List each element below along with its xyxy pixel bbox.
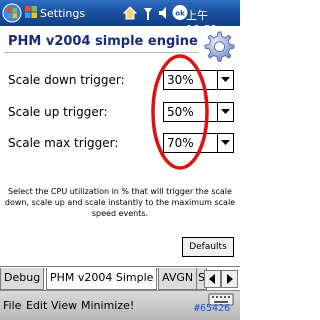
menu-file[interactable]: File: [3, 299, 21, 312]
menu-edit[interactable]: Edit: [26, 299, 47, 312]
chevron-down-icon: [221, 140, 230, 145]
scale-up-dropdown-button[interactable]: [217, 103, 233, 121]
chevron-down-icon: [221, 109, 230, 114]
tab-avgn[interactable]: AVGN: [158, 268, 198, 290]
tab-scroll-arrows[interactable]: [204, 270, 238, 288]
gear-icon: [204, 31, 235, 62]
scale-up-select[interactable]: 50%: [163, 102, 234, 122]
tab-debug[interactable]: Debug: [0, 268, 45, 290]
tab-strip: Debug PHM v2004 Simple AVGN S: [0, 266, 240, 290]
scale-down-select[interactable]: 30%: [163, 70, 234, 90]
scale-max-label: Scale max trigger:: [8, 136, 119, 150]
scale-max-select[interactable]: 70%: [163, 133, 234, 153]
menu-view[interactable]: View: [51, 299, 77, 312]
chevron-down-icon: [221, 77, 230, 82]
scale-up-value: 50%: [167, 105, 194, 119]
volume-icon[interactable]: [157, 5, 171, 21]
scale-max-dropdown-button[interactable]: [217, 134, 233, 152]
windows-flag-icon: [25, 6, 37, 18]
title-bar: Settings ok 上午 10:31: [0, 0, 240, 36]
windows-start-icon[interactable]: [2, 3, 22, 23]
scale-up-label: Scale up trigger:: [8, 105, 108, 119]
scale-down-dropdown-button[interactable]: [217, 71, 233, 89]
watermark: #65426: [194, 303, 231, 314]
menu-minimize[interactable]: Minimize!: [81, 299, 134, 312]
defaults-button[interactable]: Defaults: [182, 237, 234, 257]
scale-down-value: 30%: [167, 73, 194, 87]
home-icon[interactable]: [122, 5, 138, 21]
scale-down-label: Scale down trigger:: [8, 73, 125, 87]
scale-max-value: 70%: [167, 136, 194, 150]
header-divider: [4, 52, 198, 53]
window-title: Settings: [40, 7, 86, 20]
page-title: PHM v2004 simple engine: [8, 34, 198, 49]
description-text: Select the CPU utilization in % that wil…: [4, 187, 236, 218]
tab-phm-v2004-simple[interactable]: PHM v2004 Simple: [46, 268, 158, 290]
ok-label: ok: [175, 10, 185, 18]
connectivity-icon[interactable]: [141, 5, 155, 21]
